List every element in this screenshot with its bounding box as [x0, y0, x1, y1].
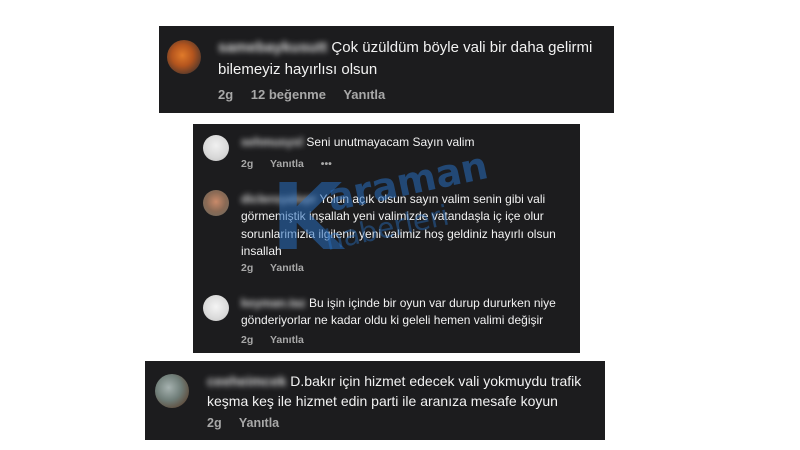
avatar[interactable] [203, 295, 229, 321]
comment-meta: 2g Yanıtla ••• [241, 158, 346, 170]
avatar[interactable] [203, 135, 229, 161]
timestamp: 2g [241, 334, 254, 346]
reply-button[interactable]: Yanıtla [270, 158, 304, 170]
comment-text: dicleroyalopr Yolun açık olsun sayın val… [241, 191, 571, 261]
more-options-icon[interactable]: ••• [321, 158, 332, 170]
reply-button[interactable]: Yanıtla [239, 416, 279, 430]
timestamp: 2g [241, 158, 254, 170]
avatar[interactable] [203, 190, 229, 216]
comment-body: Seni unutmayacam Sayın valim [306, 135, 475, 149]
avatar[interactable] [167, 40, 201, 74]
username[interactable]: ceeheimcek [207, 371, 286, 391]
comment-text: samebaykusutt Çok üzüldüm böyle vali bir… [218, 37, 608, 81]
username[interactable]: dicleroyalopr [241, 191, 316, 208]
avatar[interactable] [155, 374, 189, 408]
comment-text: ceeheimcek D.bakır için hizmet edecek va… [207, 371, 597, 412]
reply-button[interactable]: Yanıtla [270, 334, 304, 346]
username[interactable]: keyman.taz [241, 295, 306, 312]
reply-button[interactable]: Yanıtla [343, 87, 385, 102]
username[interactable]: sehmusysl [241, 134, 303, 151]
comment-card-1: samebaykusutt Çok üzüldüm böyle vali bir… [159, 26, 614, 113]
timestamp: 2g [218, 87, 234, 102]
likes-count[interactable]: 12 beğenme [251, 87, 326, 102]
timestamp: 2g [207, 416, 222, 430]
comment-meta: 2g Yanıtla [207, 416, 293, 430]
comment-meta: 2g Yanıtla [241, 262, 318, 274]
reply-button[interactable]: Yanıtla [270, 262, 304, 274]
comment-text: sehmusysl Seni unutmayacam Sayın valim [241, 134, 571, 151]
comment-card-3: ceeheimcek D.bakır için hizmet edecek va… [145, 361, 605, 440]
comment-card-2: sehmusysl Seni unutmayacam Sayın valim 2… [193, 124, 580, 353]
comment-text: keyman.taz Bu işin içinde bir oyun var d… [241, 295, 571, 330]
comment-meta: 2g Yanıtla [241, 334, 318, 346]
timestamp: 2g [241, 262, 254, 274]
comment-meta: 2g 12 beğenme Yanıtla [218, 87, 399, 102]
username[interactable]: samebaykusutt [218, 37, 327, 59]
